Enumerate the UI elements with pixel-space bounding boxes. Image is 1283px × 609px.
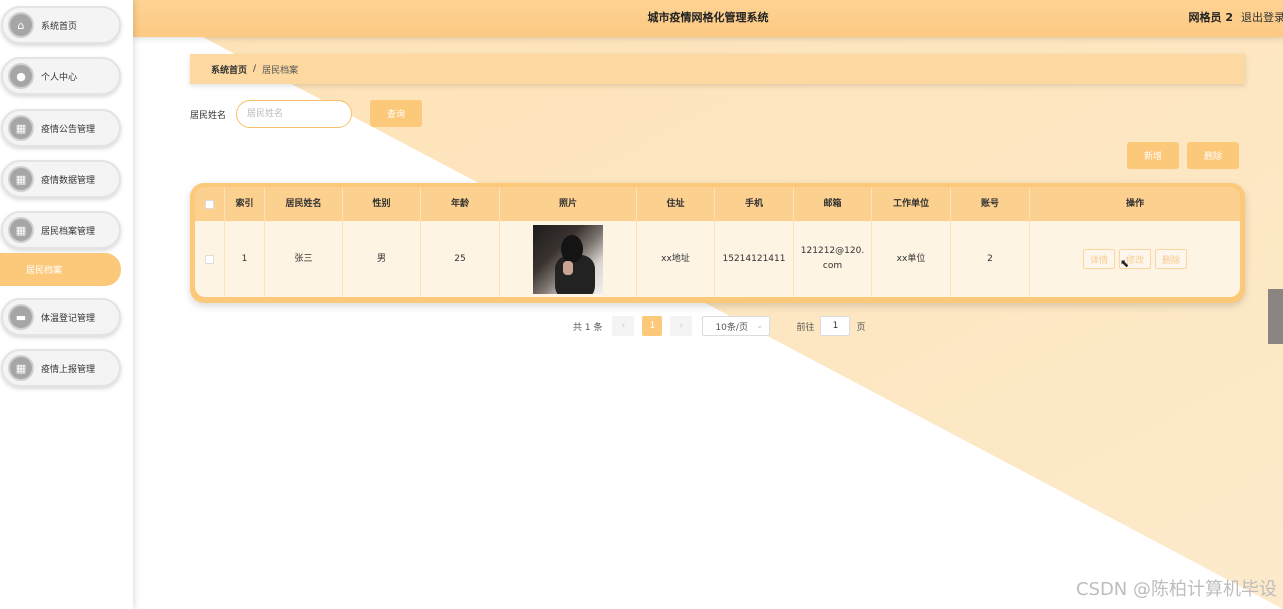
sidebar-item-temperature[interactable]: ▬ 体温登记管理 — [1, 298, 121, 336]
row-checkbox-cell — [195, 221, 225, 297]
cell-name: 张三 — [265, 221, 343, 297]
header-age: 年龄 — [421, 187, 500, 221]
delete-button[interactable]: 删除 — [1155, 249, 1188, 269]
cell-phone: 15214121411 — [715, 221, 794, 297]
pagination: 共 1 条 ‹ 1 › 10条/页 ⌄ 前往 1 页 — [573, 316, 865, 336]
sidebar-item-label: 体温登记管理 — [41, 313, 96, 324]
sidebar-item-home[interactable]: ⌂ 系统首页 — [1, 6, 121, 44]
sidebar-item-label: 疫情上报管理 — [41, 364, 96, 375]
sidebar-item-label: 疫情公告管理 — [41, 124, 96, 135]
breadcrumb-current: 居民档案 — [262, 65, 299, 76]
sidebar-item-resident-records[interactable]: ▦ 居民档案管理 — [1, 211, 121, 249]
sidebar: ⌂ 系统首页 ● 个人中心 ▦ 疫情公告管理 ▦ 疫情数据管理 ▦ 居民档案管理… — [0, 0, 133, 609]
search-label: 居民姓名 — [190, 111, 227, 121]
sidebar-item-profile[interactable]: ● 个人中心 — [1, 57, 121, 95]
cell-work: xx单位 — [872, 221, 951, 297]
cell-email: 121212@120.com — [794, 221, 872, 297]
chevron-down-icon: ⌄ — [755, 321, 764, 331]
header-index: 索引 — [225, 187, 265, 221]
cell-index: 1 — [225, 221, 265, 297]
header-name: 居民姓名 — [265, 187, 343, 221]
sidebar-subitem-resident[interactable]: 居民档案 — [0, 253, 121, 286]
breadcrumb-separator: / — [253, 64, 257, 74]
resident-table: 索引 居民姓名 性别 年龄 照片 住址 手机 邮箱 工作单位 账号 操作 1 张… — [190, 183, 1245, 303]
watermark: CSDN @陈柏计算机毕设 — [1075, 579, 1277, 600]
grid-icon: ▦ — [8, 217, 34, 243]
sidebar-item-report[interactable]: ▦ 疫情上报管理 — [1, 349, 121, 387]
current-page-button[interactable]: 1 — [642, 316, 663, 336]
app-title: 城市疫情网格化管理系统 — [647, 11, 769, 24]
batch-delete-button[interactable]: 删除 — [1187, 142, 1239, 169]
sidebar-item-epidemic-data[interactable]: ▦ 疫情数据管理 — [1, 160, 121, 198]
cell-ops: 详情 修改 删除 — [1030, 221, 1240, 297]
breadcrumb-home[interactable]: 系统首页 — [211, 63, 247, 76]
add-button[interactable]: 新增 — [1127, 142, 1179, 169]
sidebar-item-announcement[interactable]: ▦ 疫情公告管理 — [1, 109, 121, 147]
header-photo: 照片 — [500, 187, 637, 221]
mouse-cursor-icon: ⬉ — [1120, 257, 1130, 270]
sidebar-item-label: 个人中心 — [41, 72, 78, 83]
cell-account: 2 — [951, 221, 1030, 297]
page-size-select[interactable]: 10条/页 ⌄ — [702, 316, 771, 336]
sidebar-item-label: 系统首页 — [41, 21, 78, 32]
grid-icon: ▦ — [8, 355, 34, 381]
current-user: 网格员 2 — [1188, 11, 1233, 24]
breadcrumb: 系统首页 / 居民档案 — [190, 54, 1245, 84]
pager-total: 共 1 条 — [573, 322, 603, 333]
scrollbar-thumb[interactable] — [1268, 289, 1283, 344]
sidebar-item-label: 疫情数据管理 — [41, 175, 96, 186]
table-header: 索引 居民姓名 性别 年龄 照片 住址 手机 邮箱 工作单位 账号 操作 — [195, 187, 1240, 221]
header-checkbox-cell — [195, 187, 225, 221]
user-icon: ● — [8, 63, 34, 89]
cell-age: 25 — [421, 221, 500, 297]
grid-icon: ▦ — [8, 166, 34, 192]
goto-label: 前往 — [796, 322, 815, 333]
sidebar-item-label: 居民档案管理 — [41, 226, 96, 237]
search-input[interactable] — [236, 100, 352, 128]
search-button[interactable]: 查询 — [370, 100, 422, 127]
row-checkbox[interactable] — [205, 254, 214, 264]
header-work: 工作单位 — [872, 187, 951, 221]
logout-link[interactable]: 退出登录 — [1241, 9, 1283, 25]
header-phone: 手机 — [715, 187, 794, 221]
page-size-value: 10条/页 — [715, 322, 748, 333]
background-shape — [133, 0, 1283, 609]
top-header: 城市疫情网格化管理系统 网格员 2 退出登录 — [133, 0, 1283, 37]
header-account: 账号 — [951, 187, 1030, 221]
header-gender: 性别 — [343, 187, 421, 221]
cell-address: xx地址 — [637, 221, 715, 297]
resident-photo — [533, 224, 603, 294]
goto-page-input[interactable]: 1 — [820, 316, 851, 336]
detail-button[interactable]: 详情 — [1082, 249, 1115, 269]
select-all-checkbox[interactable] — [205, 199, 214, 209]
cell-photo — [500, 221, 637, 297]
prev-page-button[interactable]: ‹ — [612, 316, 635, 336]
chat-icon: ▬ — [8, 304, 34, 330]
header-ops: 操作 — [1125, 198, 1144, 209]
home-icon: ⌂ — [8, 12, 34, 38]
header-email: 邮箱 — [794, 187, 872, 221]
grid-icon: ▦ — [8, 115, 34, 141]
page-unit-label: 页 — [856, 322, 866, 333]
header-address: 住址 — [637, 187, 715, 221]
table-row: 1 张三 男 25 xx地址 15214121411 121212@120.co… — [195, 221, 1240, 297]
next-page-button[interactable]: › — [670, 316, 693, 336]
cell-gender: 男 — [343, 221, 421, 297]
